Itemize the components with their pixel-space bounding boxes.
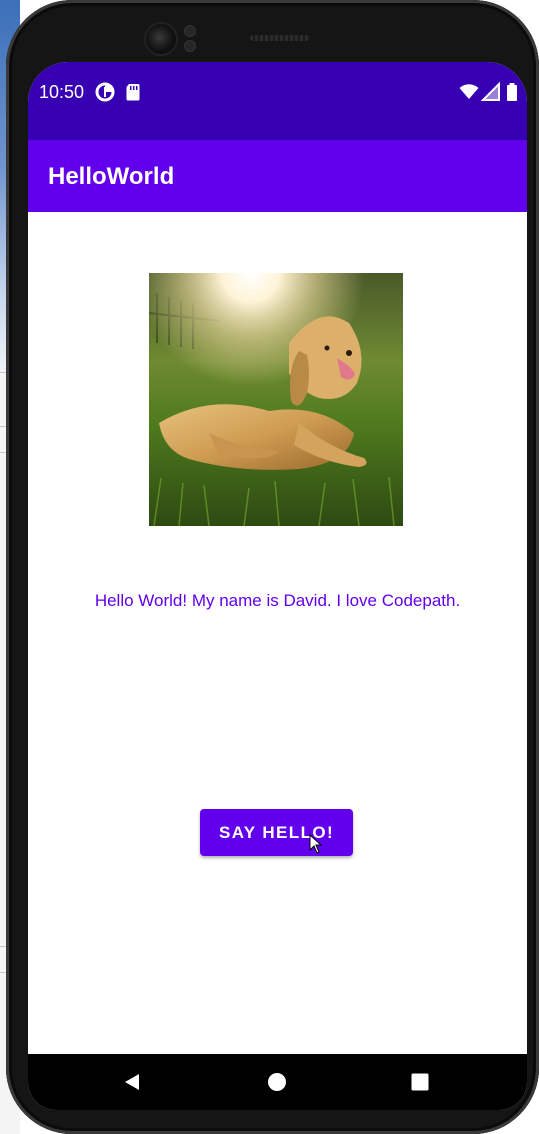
cell-signal-icon [481,82,500,101]
status-bar: 10:50 [28,62,527,140]
back-button[interactable] [118,1068,146,1096]
app-toolbar: HelloWorld [28,140,527,212]
data-saver-icon [95,82,115,102]
recents-button[interactable] [406,1068,434,1096]
front-camera-icon [146,24,176,54]
wifi-icon [459,84,479,99]
home-icon [268,1073,286,1091]
mouse-cursor-icon [309,834,323,854]
device-screen: 10:50 HelloWorld Hello World! My name is… [28,62,527,1110]
status-time: 10:50 [39,82,85,102]
sd-card-icon [126,84,140,101]
recents-icon [411,1073,429,1091]
say-hello-button[interactable]: SAY HELLO! [200,809,353,856]
system-navigation-bar [28,1054,527,1110]
battery-icon [507,83,517,101]
app-title: HelloWorld [48,163,175,190]
earpiece-speaker [250,35,310,41]
proximity-sensor [185,26,195,36]
back-icon [125,1074,139,1090]
main-content: Hello World! My name is David. I love Co… [28,212,527,1054]
home-button[interactable] [263,1068,291,1096]
light-sensor [185,41,195,51]
greeting-text: Hello World! My name is David. I love Co… [94,591,461,610]
golden-retriever-photo [149,273,403,526]
